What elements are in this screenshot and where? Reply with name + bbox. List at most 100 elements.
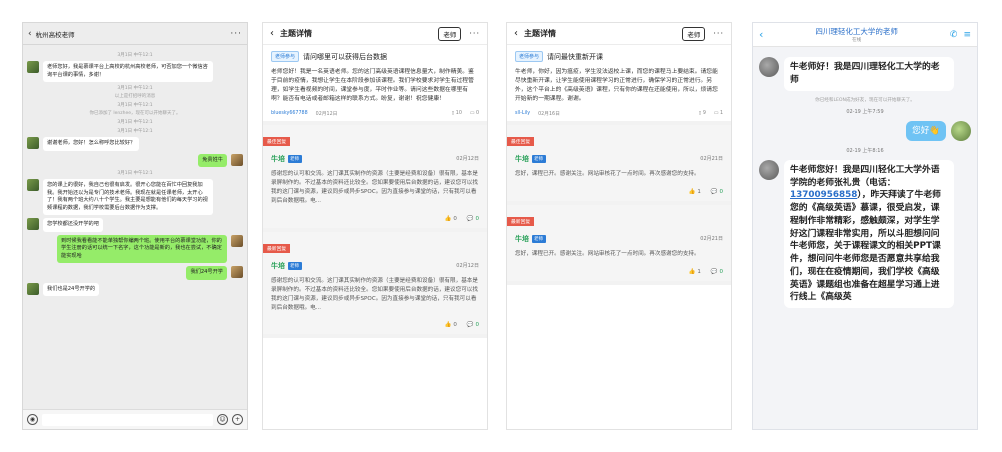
question-head: 老师参与 请问最快重新开课 — [507, 45, 731, 66]
avatar[interactable] — [759, 57, 779, 77]
avatar[interactable] — [27, 61, 39, 73]
replies-count: ▭ 1 — [713, 110, 723, 116]
comment-button[interactable]: 💬 0 — [711, 269, 723, 275]
like-button[interactable]: 👍 0 — [445, 216, 457, 222]
avatar[interactable] — [951, 120, 971, 141]
message-bubble: 到时候我看看能不能单独帮你编两个班。使用平台的慕课堂功能，你的学生注册的话可以统… — [57, 234, 227, 264]
avatar[interactable] — [231, 266, 243, 279]
back-arrow-icon[interactable]: ‹ — [759, 28, 763, 41]
message-input[interactable] — [42, 413, 213, 426]
avatar[interactable] — [27, 282, 39, 295]
message-row: 我们24号开学 — [27, 266, 243, 280]
comment-icon: 💬 — [710, 188, 718, 195]
answer-actions: 👍 0 💬 0 — [263, 316, 487, 330]
message-row: 到时候我看看能不能单独帮你编两个班。使用平台的慕课堂功能，你的学生注册的话可以统… — [27, 234, 243, 264]
back-arrow-icon[interactable]: ‹ — [514, 28, 518, 39]
message-bubble: 您学校都还没开学的吧 — [43, 218, 103, 232]
avatar[interactable] — [27, 137, 39, 150]
comment-button[interactable]: 💬 0 — [467, 216, 479, 222]
more-icon[interactable]: ··· — [713, 29, 724, 38]
like-button[interactable]: 👍 1 — [689, 189, 701, 195]
answer-card[interactable]: 最新回复 牛培 老师 02月12日 感谢您的认可和交流。这门课其实制作的资源（主要是经费… — [263, 231, 487, 339]
timestamp: 02-19 上午8:16 — [846, 147, 884, 154]
topic-header: ‹ 主题详情 老师 ··· — [507, 23, 731, 45]
answer-role-badge: 老师 — [532, 154, 546, 163]
system-notice: 你已经和LEON成为好友，现在可以开始聊天了。 — [815, 97, 915, 103]
topic-header-title: 主题详情 — [280, 29, 312, 38]
answer-body: 您好，课程已开。感谢关注。网站审核花了一点时间。再次感谢您的支持。 — [515, 170, 700, 177]
question-head: 老师参与 请问哪里可以获得后台数据 — [263, 45, 487, 66]
message-bubble: 谢谢老师，您好！怎么称呼您比较好？ — [43, 137, 140, 151]
comment-icon: 💬 — [466, 215, 474, 222]
answer-head: 牛培 老师 02月12日 — [263, 147, 487, 168]
phone-link[interactable]: 13700956858 — [790, 190, 857, 200]
avatar[interactable] — [231, 153, 243, 166]
comment-button[interactable]: 💬 0 — [467, 322, 479, 328]
contact-info: 四川理轻化工大学的老师 在线 — [769, 26, 944, 43]
answer-author[interactable]: 牛培 — [515, 234, 529, 244]
like-count: 1 — [697, 268, 701, 275]
topic-header-title: 主题详情 — [524, 29, 556, 38]
thumbs-up-icon: 👍 — [688, 268, 696, 275]
avatar[interactable] — [27, 179, 39, 192]
message-row: 您好👋 — [759, 120, 971, 141]
timestamp: 02-19 上午7:59 — [846, 108, 884, 115]
comment-count: 0 — [475, 215, 480, 222]
message-row: 免贵姓牛 — [27, 153, 243, 168]
back-arrow-icon[interactable]: ‹ — [28, 29, 32, 39]
answer-body: 您好，课程已开。感谢关注。网站审核花了一点时间。再次感谢您的支持。 — [515, 250, 700, 257]
avatar[interactable] — [759, 159, 779, 180]
views-value: 10 — [455, 110, 462, 116]
like-button[interactable]: 👍 1 — [689, 269, 701, 275]
like-count: 0 — [453, 322, 457, 329]
message-bubble: 您的课上的很好，我自己也很有启发。很开心您能在百忙中回复我加我。我开始还以为是专… — [43, 179, 213, 216]
more-icon[interactable]: ··· — [469, 29, 480, 38]
avatar[interactable] — [231, 234, 243, 247]
system-notice: 以上是打招呼的消息 — [114, 94, 156, 100]
views-value: 9 — [702, 110, 706, 116]
question-date: 02月16日 — [538, 111, 560, 117]
qq-message-list[interactable]: 牛老师好！我是四川理轻化工大学的老师 你已经和LEON成为好友，现在可以开始聊天… — [753, 47, 977, 318]
answer-author[interactable]: 牛培 — [271, 154, 285, 164]
message-bubble: 牛老师您好！我是四川轻化工大学外语学院的老师张礼贵（电话： 13700956858… — [784, 159, 954, 309]
comment-icon: 💬 — [710, 268, 718, 275]
answer-actions: 👍 1 💬 0 — [507, 263, 731, 277]
answer-card[interactable]: 最佳回复 牛培 老师 02月21日 您好，课程已开。感谢关注。网站审核花了一点时间。再次… — [507, 124, 731, 205]
like-button[interactable]: 👍 0 — [445, 322, 457, 328]
answer-actions: 👍 0 💬 0 — [263, 210, 487, 224]
answer-actions: 👍 1 💬 0 — [507, 183, 731, 197]
message-row: 牛老师您好！我是四川轻化工大学外语学院的老师张礼贵（电话： 13700956858… — [759, 159, 971, 309]
comment-count: 0 — [719, 268, 724, 275]
phone-icon[interactable]: ✆ — [950, 30, 958, 40]
message-bubble: 我们也是24号开学的 — [43, 282, 100, 297]
answer-date: 02月21日 — [700, 236, 723, 243]
question-author[interactable]: sll-Lily — [515, 111, 530, 116]
comment-icon: 💬 — [466, 322, 474, 329]
question-author[interactable]: bluesky667788 — [271, 111, 308, 116]
answer-role-badge: 老师 — [288, 261, 302, 270]
thumbs-up-icon: 👍 — [444, 215, 452, 222]
comment-button[interactable]: 💬 0 — [711, 189, 723, 195]
thumbs-up-icon: 👍 — [688, 188, 696, 195]
role-badge[interactable]: 老师 — [682, 26, 706, 41]
forum-topic-panel-1: ‹ 主题详情 老师 ··· 老师参与 请问哪里可以获得后台数据 老师您好！我是一… — [262, 22, 488, 430]
question-title: 请问最快重新开课 — [547, 52, 604, 61]
role-badge[interactable]: 老师 — [438, 26, 462, 41]
answer-author[interactable]: 牛培 — [515, 154, 529, 164]
wechat-message-list[interactable]: 3月1日 中午12:1 老师您好，我是慕课平台上高校的杭州高校老师，可否加您一个微… — [23, 46, 247, 409]
voice-icon[interactable]: ◉ — [27, 414, 38, 425]
answer-card[interactable]: 最佳回复 牛培 老师 02月12日 感谢您的认可和交流。这门课其实制作的资源（主要是经费… — [263, 124, 487, 232]
timestamp: 3月1日 中午12:1 — [117, 53, 153, 58]
avatar[interactable] — [27, 218, 39, 231]
more-icon[interactable]: ··· — [230, 29, 242, 39]
question-meta: sll-Lily 02月16日 ▯ 9 ▭ 1 — [507, 108, 731, 125]
back-arrow-icon[interactable]: ‹ — [270, 28, 274, 39]
answer-author[interactable]: 牛培 — [271, 261, 285, 271]
answer-head: 牛培 老师 02月12日 — [263, 254, 487, 275]
emoji-icon[interactable]: ☺ — [217, 414, 228, 425]
plus-icon[interactable]: + — [232, 414, 243, 425]
replies-count: ▭ 0 — [469, 110, 479, 116]
question-body: 牛老师，你好，因为瘟疫，学生没法返校上课，而您的课程马上要结束。请您能尽快重新开… — [515, 69, 718, 102]
menu-icon[interactable]: ≡ — [963, 30, 971, 40]
answer-card[interactable]: 最新回复 牛培 老师 02月21日 您好，课程已开。感谢关注。网站审核花了一点时间。再次… — [507, 204, 731, 285]
